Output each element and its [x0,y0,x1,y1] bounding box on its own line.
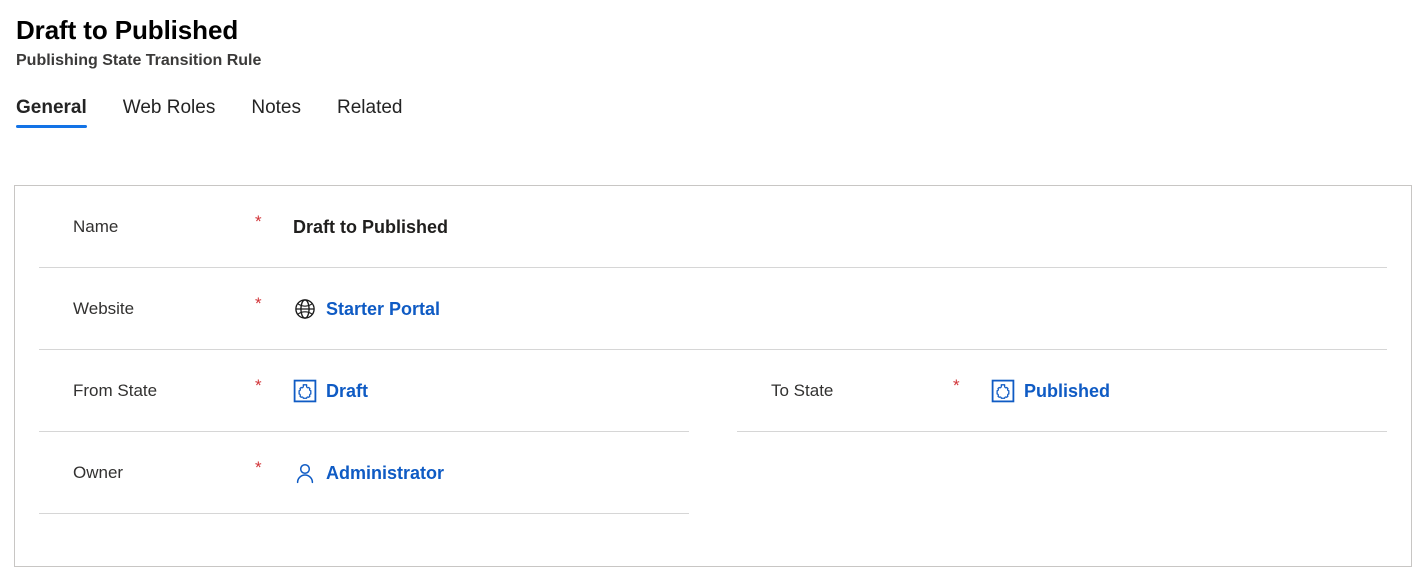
tab-web-roles[interactable]: Web Roles [123,96,216,128]
field-value-from-state[interactable]: Draft [293,379,368,403]
lookup-link-to-state[interactable]: Published [1024,379,1110,403]
form-card: Name * Draft to Published Website * Starter P… [14,185,1412,567]
field-label-from-state: From State [73,381,158,400]
field-value-website[interactable]: Starter Portal [293,297,440,321]
required-indicator-to-state: * [953,376,960,395]
required-indicator-website: * [255,294,262,313]
form-row: Owner * Administrator [15,432,1411,514]
field-label-to-state: To State [771,381,834,400]
tab-label: General [16,97,87,118]
required-indicator-name: * [255,212,262,231]
form-field-list: Name * Draft to Published Website * Starter P… [15,186,1411,514]
field-value-to-state[interactable]: Published [991,379,1110,403]
page-title: Draft to Published [16,15,239,45]
field-owner: Owner * Administrator [15,432,713,514]
field-label-name: Name [73,217,119,236]
lookup-link-from-state[interactable]: Draft [326,379,368,403]
globe-icon [293,297,317,321]
form-row: Website * Starter Portal [15,268,1411,350]
tab-label: Notes [251,97,301,118]
field-label-owner: Owner [73,463,124,482]
field-label-website: Website [73,299,135,318]
field-value-name: Draft to Published [293,215,448,239]
form-row: From State * Draft To State * Published [15,350,1411,432]
lookup-link-website[interactable]: Starter Portal [326,297,440,321]
page-subtitle: Publishing State Transition Rule [16,52,262,69]
page-header: Draft to Published Publishing State Tran… [0,0,1426,72]
field-from-state: From State * Draft [15,350,713,432]
lookup-link-owner[interactable]: Administrator [326,461,444,485]
tab-label: Web Roles [122,97,216,118]
field-to-state: To State * Published [713,350,1411,432]
tab-strip: General Web Roles Notes Related [0,96,1426,136]
tab-label: Related [337,97,403,118]
required-indicator-owner: * [255,458,262,477]
tab-notes[interactable]: Notes [251,96,301,128]
field-website: Website * Starter Portal [15,268,1411,350]
entity-record-icon [991,379,1015,403]
tab-related[interactable]: Related [337,96,403,128]
tab-general[interactable]: General [16,96,87,128]
value-name: Draft to Published [293,217,449,237]
form-row: Name * Draft to Published [15,186,1411,268]
person-icon [293,461,317,485]
entity-record-icon [293,379,317,403]
field-value-owner[interactable]: Administrator [293,461,444,485]
field-name: Name * Draft to Published [15,186,1411,268]
required-indicator-from-state: * [255,376,262,395]
